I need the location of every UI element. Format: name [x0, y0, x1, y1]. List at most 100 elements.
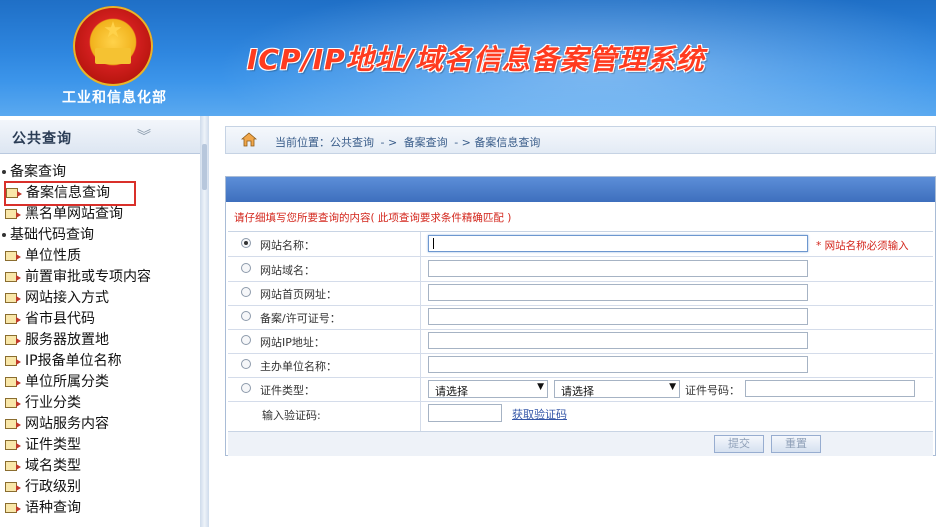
national-emblem-icon: ★ — [73, 6, 153, 86]
edit-icon — [5, 419, 21, 429]
sidebar-item-label: IP报备单位名称 — [25, 353, 122, 369]
site-name-input[interactable] — [428, 235, 808, 252]
radio-cert-type[interactable] — [241, 383, 251, 393]
homepage-url-input[interactable] — [428, 284, 808, 301]
breadcrumb-separator: - > — [380, 136, 398, 149]
field-label: 备案/许可证号： — [260, 312, 341, 325]
tiananmen-icon — [95, 48, 131, 64]
sidebar-item-label: 单位所属分类 — [25, 374, 109, 390]
radio-ip[interactable] — [241, 335, 251, 345]
cert-type-select[interactable]: 请选择 ▼ — [428, 380, 548, 398]
edit-icon — [6, 188, 22, 198]
sidebar-item-label: 黑名单网站查询 — [25, 206, 123, 222]
field-label: 主办单位名称： — [260, 360, 337, 373]
radio-license[interactable] — [241, 311, 251, 321]
home-icon[interactable] — [241, 132, 257, 147]
edit-icon — [5, 482, 21, 492]
get-captcha-link[interactable]: 获取验证码 — [512, 406, 567, 422]
field-row-homepage: 网站首页网址： — [228, 281, 933, 306]
sidebar-item-label: 备案信息查询 — [26, 185, 110, 201]
breadcrumb-level2[interactable]: 备案查询 — [404, 136, 448, 149]
sidebar-title: 公共查询 — [12, 131, 72, 147]
cert-number-label: 证件号码： — [685, 384, 740, 397]
domain-input[interactable] — [428, 260, 808, 277]
field-label-cell: 主办单位名称： — [228, 353, 421, 377]
field-row-sponsor: 主办单位名称： — [228, 353, 933, 378]
sidebar-item[interactable]: 域名类型 — [5, 456, 81, 477]
breadcrumb-root[interactable]: 当前位置：公共查询 — [275, 136, 374, 149]
sidebar-item[interactable]: 行政级别 — [5, 477, 81, 498]
sidebar-item-blacklist-query[interactable]: 黑名单网站查询 — [5, 204, 123, 225]
sidebar-header[interactable]: 公共查询 ︾ — [0, 120, 200, 154]
captcha-label: 输入验证码: — [262, 409, 321, 422]
sidebar-item[interactable]: 语种查询 — [5, 498, 81, 519]
cert-subtype-select[interactable]: 请选择 ▼ — [554, 380, 680, 398]
captcha-input[interactable] — [428, 404, 502, 422]
sidebar-group-label: 基础代码查询 — [10, 227, 94, 243]
field-label-cell: 网站IP地址： — [228, 329, 421, 353]
field-label-cell: 网站首页网址： — [228, 281, 421, 305]
panel-titlebar — [226, 177, 935, 202]
field-label: 网站首页网址： — [260, 288, 337, 301]
chevron-double-down-icon[interactable]: ︾ — [137, 126, 151, 146]
cert-number-input[interactable] — [745, 380, 915, 397]
field-row-license: 备案/许可证号： — [228, 305, 933, 330]
dropdown-arrow-icon: ▼ — [669, 382, 676, 392]
sidebar-group-filing[interactable]: 备案查询 — [2, 162, 66, 183]
dropdown-arrow-icon: ▼ — [537, 382, 544, 392]
edit-icon — [5, 461, 21, 471]
sidebar-item[interactable]: 网站服务内容 — [5, 414, 109, 435]
sidebar-item-filing-info-query[interactable]: 备案信息查询 — [4, 181, 136, 206]
sidebar: 公共查询 ︾ 备案查询 备案信息查询 黑名单网站查询 基础代码查询 单位性质 前… — [0, 116, 200, 527]
sidebar-item[interactable]: 服务器放置地 — [5, 330, 109, 351]
field-label-cell: 输入验证码: — [228, 401, 421, 431]
field-label-cell: 网站域名： — [228, 257, 421, 281]
sidebar-item-label: 行政级别 — [25, 479, 81, 495]
field-row-captcha: 输入验证码: 获取验证码 — [228, 401, 933, 431]
reset-button[interactable]: 重置 — [771, 435, 821, 453]
ip-address-input[interactable] — [428, 332, 808, 349]
field-label: 网站IP地址： — [260, 336, 325, 349]
sidebar-item[interactable]: 证件类型 — [5, 435, 81, 456]
field-label-cell: 证件类型： — [228, 377, 421, 401]
select-value: 请选择 — [561, 385, 594, 398]
bullet-icon — [2, 233, 6, 237]
sidebar-item-label: 省市县代码 — [25, 311, 95, 327]
edit-icon — [5, 356, 21, 366]
sidebar-item-label: 网站服务内容 — [25, 416, 109, 432]
bullet-icon — [2, 170, 6, 174]
star-icon: ★ — [103, 18, 123, 43]
sidebar-item[interactable]: 行业分类 — [5, 393, 81, 414]
sidebar-item-label: 行业分类 — [25, 395, 81, 411]
edit-icon — [5, 503, 21, 513]
edit-icon — [5, 440, 21, 450]
radio-site-name[interactable] — [241, 238, 251, 248]
sidebar-group-label: 备案查询 — [10, 164, 66, 180]
sidebar-item[interactable]: 前置审批或专项内容 — [5, 267, 151, 288]
system-title: ICP/IP地址/域名信息备案管理系统 — [247, 43, 705, 76]
field-label-cell: 网站名称： — [228, 232, 421, 256]
submit-button[interactable]: 提交 — [714, 435, 764, 453]
sidebar-splitter[interactable] — [200, 116, 209, 527]
radio-sponsor[interactable] — [241, 359, 251, 369]
sidebar-item[interactable]: 网站接入方式 — [5, 288, 109, 309]
splitter-grip[interactable] — [202, 144, 207, 190]
sidebar-item-label: 域名类型 — [25, 458, 81, 474]
sidebar-item[interactable]: 省市县代码 — [5, 309, 95, 330]
sidebar-item-label: 语种查询 — [25, 500, 81, 516]
radio-domain[interactable] — [241, 263, 251, 273]
edit-icon — [5, 335, 21, 345]
query-form: 网站名称： * 网站名称必须输入 网站域名： 网站首页网址： 备案/许可证号： … — [228, 231, 933, 432]
sidebar-item[interactable]: 单位性质 — [5, 246, 81, 267]
sidebar-group-base-code[interactable]: 基础代码查询 — [2, 225, 94, 246]
field-label: 证件类型： — [260, 384, 315, 397]
sidebar-item[interactable]: IP报备单位名称 — [5, 351, 122, 372]
edit-icon — [5, 272, 21, 282]
license-number-input[interactable] — [428, 308, 808, 325]
sponsor-name-input[interactable] — [428, 356, 808, 373]
sidebar-item[interactable]: 单位所属分类 — [5, 372, 109, 393]
required-note: * 网站名称必须输入 — [816, 240, 909, 252]
radio-homepage[interactable] — [241, 287, 251, 297]
ministry-name: 工业和信息化部 — [62, 90, 167, 106]
field-row-domain: 网站域名： — [228, 257, 933, 282]
